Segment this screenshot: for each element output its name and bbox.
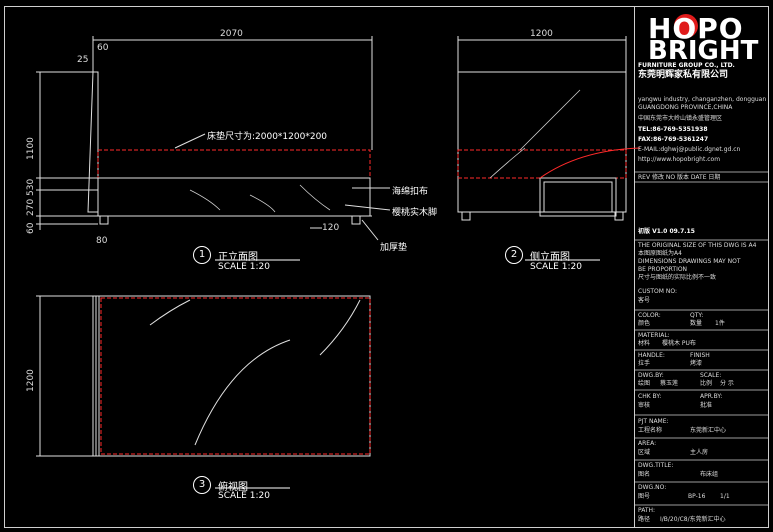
website: http://www.hopobright.com [638, 156, 721, 163]
apr-by-value: 批准 [700, 402, 713, 409]
dim-2070: 2070 [220, 29, 243, 39]
dim-side-1200: 1200 [530, 29, 553, 39]
dim-80: 80 [96, 236, 108, 246]
dim-530: 530 [26, 178, 36, 196]
qty-value: 1件 [715, 320, 725, 327]
section-curve [539, 147, 641, 179]
finish-value: 烤漆 [690, 360, 703, 367]
headboard [87, 71, 99, 213]
wood-grain [189, 89, 581, 213]
top-mattress [100, 297, 371, 455]
view-1-title: 正立面图 [218, 252, 258, 263]
address-en-1: yangwu industry, changanzhen, dongguan [638, 96, 767, 103]
dim-25: 25 [77, 55, 89, 65]
scale-label: SCALE: [700, 372, 722, 379]
project-label: PJT NAME: [638, 418, 669, 425]
scale-cn: 比例 [700, 380, 713, 387]
handle-label: HANDLE: [638, 352, 665, 359]
front-foot-left [99, 215, 109, 225]
note-2: 本图原图纸为A4 [638, 250, 682, 257]
view-1-scale: SCALE 1:20 [218, 262, 270, 272]
dwg-no-value: BP-16 [688, 493, 706, 500]
dwg-by-label: DWG.BY: [638, 372, 664, 379]
mattress-outline [97, 149, 371, 179]
finish-label: FINISH [690, 352, 710, 359]
dwg-no-cn: 图号 [638, 493, 651, 500]
area-value: 主人房 [690, 449, 709, 456]
view-2-title: 侧立面图 [530, 252, 570, 263]
color-label: COLOR: [638, 312, 661, 319]
grain-3 [319, 299, 361, 356]
address-en-2: GUANGDONG PROVINCE,CHINA [638, 104, 733, 111]
company-en: FURNITURE GROUP CO., LTD. [638, 62, 735, 69]
project-cn: 工程名称 [638, 427, 663, 434]
bolster-label: 加厚垫 [380, 243, 408, 253]
path-label: PATH: [638, 507, 656, 514]
chk-by-cn: 审核 [638, 402, 651, 409]
path-cn: 路径 [638, 516, 651, 523]
custom-no-label: CUSTOM NO: [638, 288, 677, 295]
area-label: AREA: [638, 440, 657, 447]
front-foot-right [351, 215, 361, 225]
dim-1100: 1100 [26, 137, 36, 160]
dim-60-foot: 60 [26, 222, 36, 234]
revision-header: REV 修改 NO 版本 DATE 日期 [638, 174, 721, 181]
custom-no-cn: 客号 [638, 297, 651, 304]
sheet-number: 1/1 [720, 493, 730, 500]
qty-cn: 数量 [690, 320, 703, 327]
dwg-by-value: 蔡玉莲 [660, 380, 679, 387]
handle-cn: 拉手 [638, 360, 651, 367]
note-5: 尺寸与图纸的实际比例不一致 [638, 274, 717, 281]
bed-base [97, 177, 371, 217]
fax: FAX:86-769-5361247 [638, 136, 709, 143]
view-3-scale: SCALE 1:20 [218, 491, 270, 501]
wood-foot-label: 樱桃实木脚 [392, 208, 438, 218]
dim-270: 270 [26, 198, 36, 216]
note-1: THE ORIGINAL SIZE OF THIS DWG IS A4 [638, 242, 757, 249]
project-value: 东莞新汇中心 [690, 427, 727, 434]
area-cn: 区域 [638, 449, 651, 456]
grain-2 [194, 339, 291, 446]
revision-row: 初版 V1.0 09.7.15 [638, 228, 695, 235]
fabric-label: 海绵扣布 [392, 187, 429, 197]
view-2-number: 2 [505, 246, 523, 264]
dwg-title-value: 布床组 [700, 471, 719, 478]
mattress-leader [174, 133, 206, 149]
note-4: BE PROPORTION [638, 266, 688, 273]
material-label: MATERIAL: [638, 332, 670, 339]
view-3-number: 3 [193, 476, 211, 494]
dwg-no-label: DWG.NO: [638, 484, 667, 491]
dim-120: 120 [322, 223, 340, 233]
dwg-title-label: DWG.TITLE: [638, 462, 674, 469]
top-outline [92, 295, 371, 457]
view-2-scale: SCALE 1:20 [530, 262, 582, 272]
note-3: DIMENSIONS DRAWINGS MAY NOT [638, 258, 741, 265]
path-value: I/B/20/C8/东莞新汇中心 [660, 516, 726, 523]
grain-1 [149, 299, 191, 326]
top-view [36, 295, 371, 457]
side-nightstand [539, 177, 617, 217]
material-value: 樱桃木 PU布 [662, 340, 696, 347]
company-cn: 东莞明辉家私有限公司 [638, 70, 729, 80]
dwg-title-cn: 图名 [638, 471, 651, 478]
material-cn: 材料 [638, 340, 651, 347]
tel: TEL:86-769-5351938 [638, 126, 708, 133]
apr-by-label: APR.BY: [700, 393, 723, 400]
dwg-by-cn: 绘图 [638, 380, 651, 387]
bolster-leader [361, 219, 379, 241]
dim-top-1200: 1200 [26, 369, 36, 392]
side-elevation [457, 36, 641, 221]
side-headboard [457, 71, 627, 213]
qty-label: QTY: [690, 312, 704, 319]
email: E-MAIL:dghwj@public.dgnet.gd.cn [638, 146, 741, 153]
chk-by-label: CHK BY: [638, 393, 662, 400]
color-cn: 颜色 [638, 320, 651, 327]
scale-value: 分 示 [720, 380, 734, 387]
dim-60: 60 [97, 43, 109, 53]
address-cn: 中国东莞市大岭山镇永盛管理区 [638, 115, 723, 122]
wood-foot-leader [344, 204, 391, 211]
side-mattress [457, 149, 627, 179]
mattress-size-label: 床垫尺寸为:2000*1200*200 [207, 132, 328, 142]
view-1-number: 1 [193, 246, 211, 264]
